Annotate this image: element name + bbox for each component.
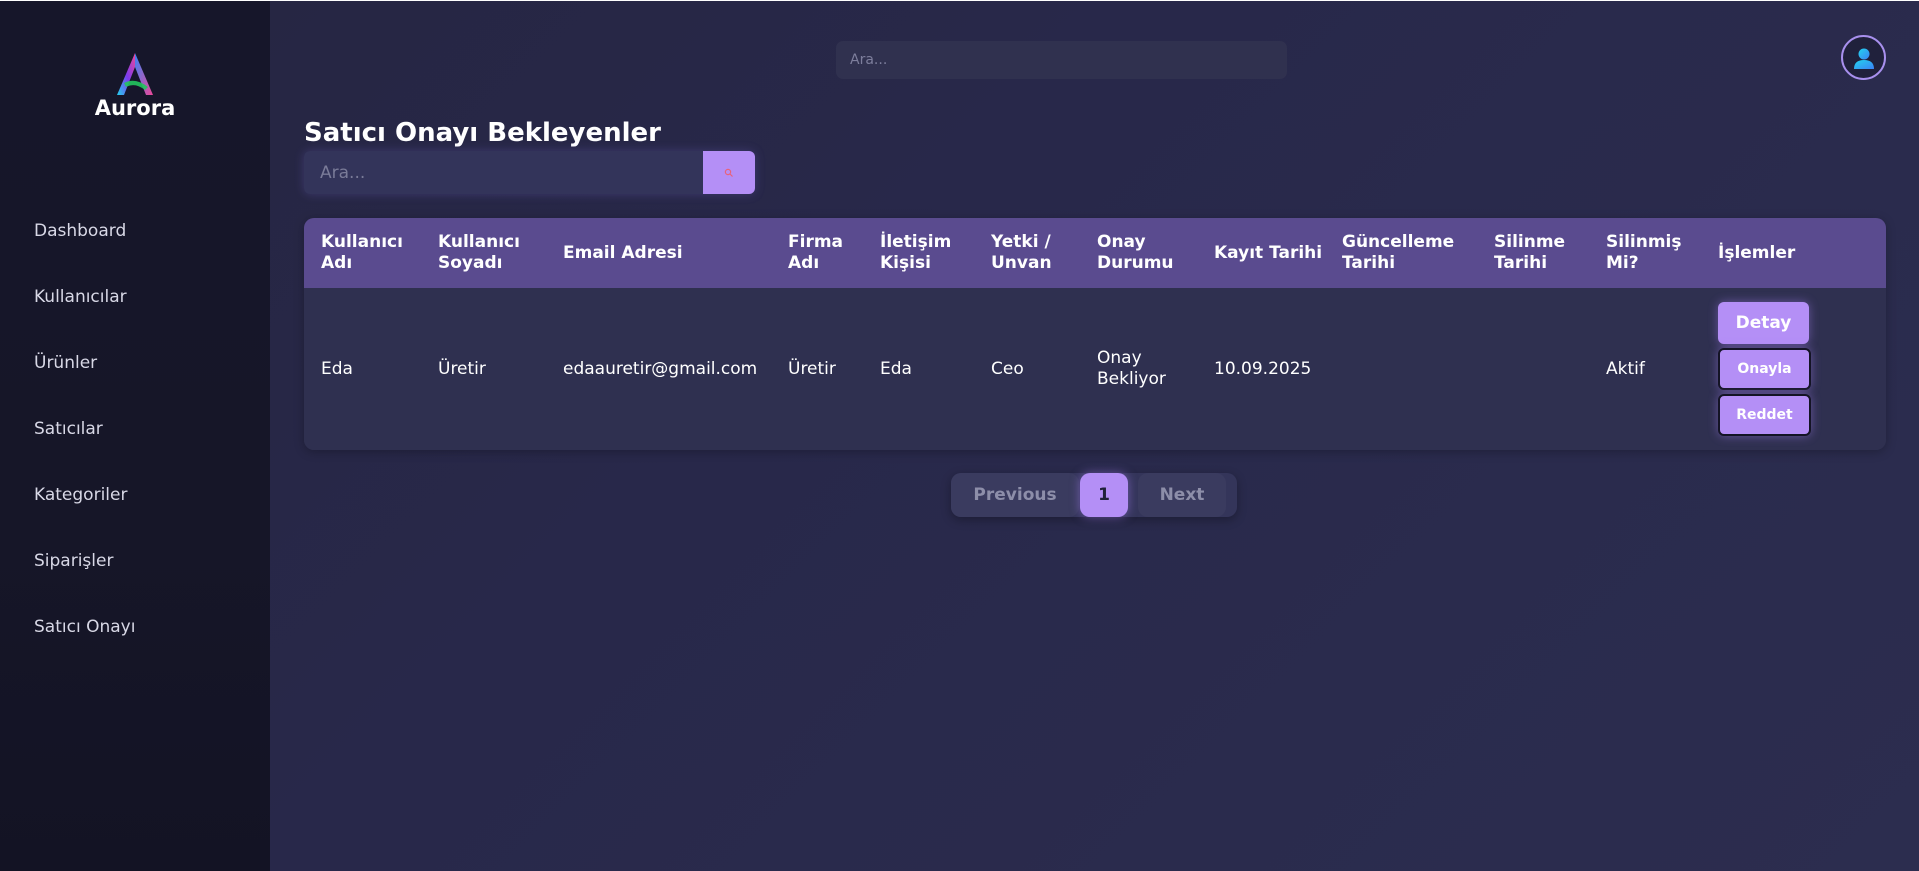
reject-button[interactable]: Reddet [1718, 394, 1811, 436]
sidebar-item-siparisler[interactable]: Siparişler [34, 546, 135, 612]
column-header[interactable]: Kullanıcı Adı [304, 218, 421, 288]
column-header[interactable]: Onay Durumu [1080, 218, 1197, 288]
sidebar-item-urunler[interactable]: Ürünler [34, 348, 135, 414]
approve-button[interactable]: Onayla [1718, 348, 1811, 390]
cell-last-name: Üretir [438, 358, 486, 379]
previous-page-button[interactable]: Previous [951, 473, 1079, 517]
sidebar-item-satici-onayi[interactable]: Satıcı Onayı [34, 612, 135, 678]
pagination: Previous 1 Next [951, 473, 1237, 517]
cell-title: Ceo [991, 358, 1024, 379]
page-number-button[interactable]: 1 [1080, 473, 1128, 517]
row-actions: Detay Onayla Reddet [1718, 302, 1886, 436]
user-icon [1853, 48, 1874, 69]
cell-actions: Detay Onayla Reddet [1701, 288, 1886, 450]
app: Aurora Dashboard Kullanıcılar Ürünler Sa… [0, 1, 1919, 871]
sidebar-item-kategoriler[interactable]: Kategoriler [34, 480, 135, 546]
global-search-input[interactable] [836, 41, 1287, 79]
sidebar: Aurora Dashboard Kullanıcılar Ürünler Sa… [0, 1, 270, 871]
column-header[interactable]: Güncelleme Tarihi [1325, 218, 1477, 288]
column-header[interactable]: Silinme Tarihi [1477, 218, 1589, 288]
brand-name: Aurora [94, 96, 176, 120]
sidebar-item-saticilar[interactable]: Satıcılar [34, 414, 135, 480]
column-header[interactable]: İletişim Kişisi [863, 218, 974, 288]
column-header[interactable]: Kullanıcı Soyadı [421, 218, 546, 288]
detail-button[interactable]: Detay [1718, 302, 1809, 344]
cell-deleted-date [1477, 288, 1589, 450]
user-avatar[interactable] [1841, 35, 1886, 80]
column-header[interactable]: Silinmiş Mi? [1589, 218, 1701, 288]
sidebar-item-dashboard[interactable]: Dashboard [34, 216, 135, 282]
main-content: Satıcı Onayı Bekleyenler Kullanı [270, 1, 1919, 871]
seller-approval-table: Kullanıcı Adı Kullanıcı Soyadı Email Adr… [304, 218, 1886, 450]
column-header[interactable]: Email Adresi [546, 218, 771, 288]
column-header[interactable]: Yetki / Unvan [974, 218, 1080, 288]
column-header[interactable]: Firma Adı [771, 218, 863, 288]
aurora-logo-icon [117, 53, 153, 95]
brand-logo[interactable]: Aurora [0, 51, 270, 120]
column-header: İşlemler [1718, 242, 1796, 263]
cell-first-name: Eda [321, 358, 353, 379]
table-header-row: Kullanıcı Adı Kullanıcı Soyadı Email Adr… [304, 218, 1886, 288]
sidebar-item-kullanicilar[interactable]: Kullanıcılar [34, 282, 135, 348]
seller-search-bar [304, 151, 755, 194]
cell-email: edaauretir@gmail.com [563, 358, 758, 379]
cell-approval-status: Onay Bekliyor [1097, 348, 1166, 389]
sidebar-nav: Dashboard Kullanıcılar Ürünler Satıcılar… [34, 216, 135, 678]
cell-updated-date [1325, 288, 1477, 450]
next-page-button[interactable]: Next [1138, 473, 1226, 517]
column-header[interactable]: Kayıt Tarihi [1197, 218, 1325, 288]
seller-search-input[interactable] [304, 151, 703, 194]
cell-is-deleted: Aktif [1606, 358, 1645, 379]
page-title: Satıcı Onayı Bekleyenler [304, 118, 662, 148]
cell-contact-person: Eda [880, 358, 912, 379]
cell-company: Üretir [788, 358, 836, 379]
cell-created-date: 10.09.2025 [1214, 358, 1312, 379]
table-row: Eda Üretir edaauretir@gmail.com Üretir E… [304, 288, 1886, 450]
search-icon [724, 168, 733, 177]
search-button[interactable] [703, 151, 755, 194]
